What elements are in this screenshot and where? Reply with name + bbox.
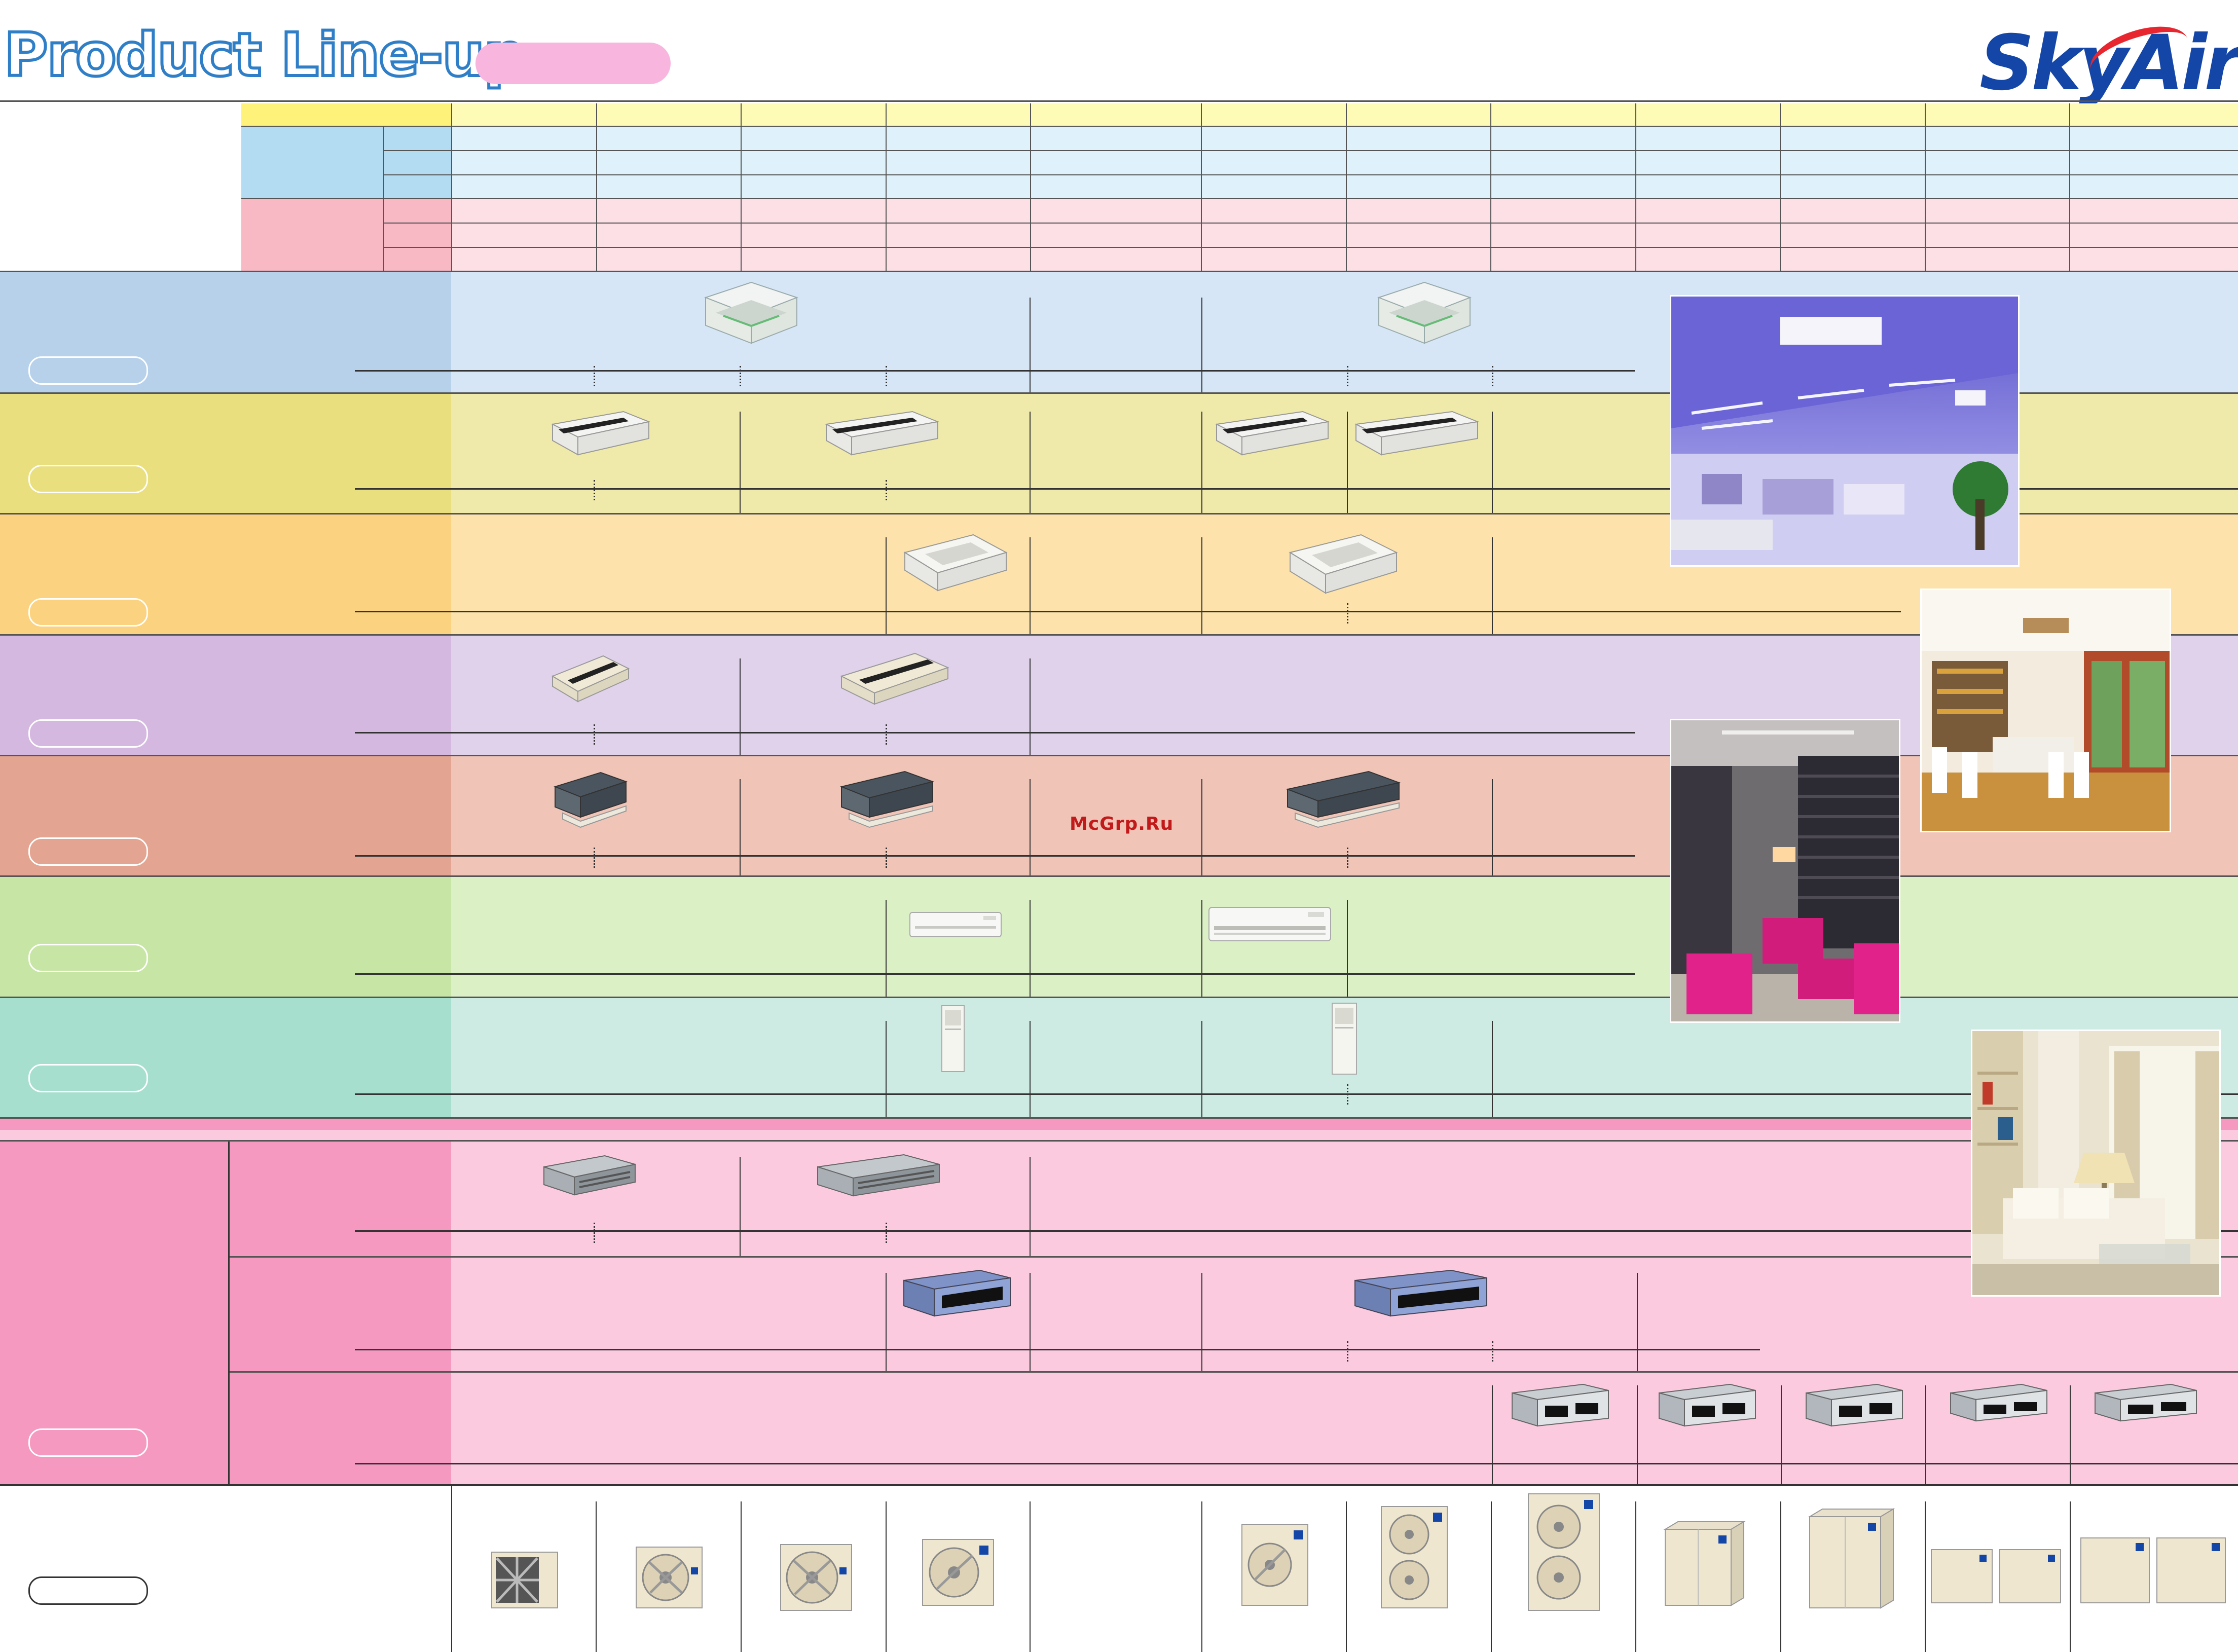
compact-cassette-icon xyxy=(897,530,1014,598)
top-rule xyxy=(0,100,2238,102)
ceiling-suspended-unit-icon xyxy=(821,409,943,462)
ceiling-suspended-unit-icon xyxy=(1351,409,1483,462)
heating-values-block xyxy=(451,198,2238,271)
row-label-pill xyxy=(28,837,148,866)
ceiling-suspended-unit-icon xyxy=(547,409,654,462)
high-static-duct-icon xyxy=(1946,1380,2052,1433)
floor-standing-unit-icon xyxy=(1328,1001,1361,1079)
ceiling-suspended-unit-icon xyxy=(1212,409,1333,462)
corner-cassette-icon xyxy=(547,651,634,709)
ducted-section-header xyxy=(0,1119,2238,1130)
cooling-unit-block xyxy=(383,126,451,198)
row-label-pill xyxy=(28,1064,148,1092)
title-tag xyxy=(475,43,671,84)
row-label-pill xyxy=(28,719,148,748)
row-label-pill xyxy=(28,598,148,627)
row-floor-standing xyxy=(0,998,2238,1117)
office-photo xyxy=(1670,295,2020,567)
cooling-values-block xyxy=(451,126,2238,198)
outdoor-unit-cabinet-icon xyxy=(1655,1514,1751,1612)
page-title: Product Line-up xyxy=(3,18,528,91)
outdoor-unit-twin-fan-icon xyxy=(1523,1489,1604,1618)
row-label-pill xyxy=(28,944,148,972)
slim-duct-unit-icon xyxy=(813,1152,944,1209)
outdoor-unit-fan-icon xyxy=(631,1542,707,1615)
middle-static-duct-icon xyxy=(899,1268,1015,1326)
middle-static-duct-icon xyxy=(1350,1268,1492,1326)
builtin-ceiling-unit-icon xyxy=(836,766,938,834)
row-label-pill xyxy=(28,465,148,493)
floor-standing-unit-icon xyxy=(938,1003,968,1076)
heating-label-block xyxy=(241,198,383,271)
wall-mounted-unit-icon xyxy=(1206,905,1333,947)
outdoor-unit-fan-icon xyxy=(918,1534,999,1612)
capacity-header-label xyxy=(241,103,451,126)
ducted-label-pill xyxy=(28,1428,148,1457)
builtin-ceiling-unit-icon xyxy=(550,766,631,834)
row-ceiling-cassette-corner xyxy=(0,636,2238,755)
round-flow-cassette-icon xyxy=(695,277,807,350)
row-wall-mounted xyxy=(0,877,2238,997)
capacity-header-row xyxy=(241,103,2238,126)
row-duct-high-static xyxy=(230,1373,2238,1484)
wall-mounted-unit-icon xyxy=(907,910,1004,942)
corner-cassette-icon xyxy=(836,648,953,711)
outdoor-unit-double-cabinet-icon xyxy=(1926,1542,2068,1610)
outdoor-unit-double-cabinet-icon xyxy=(2076,1532,2233,1610)
row-label-pill xyxy=(28,356,148,385)
builtin-ceiling-unit-icon xyxy=(1282,766,1404,834)
outdoor-unit-small-icon xyxy=(487,1547,563,1615)
row-outdoor-units xyxy=(0,1486,2238,1652)
restaurant-photo xyxy=(1920,589,2171,832)
heating-unit-block xyxy=(383,198,451,271)
slim-duct-unit-icon xyxy=(539,1152,640,1209)
high-static-duct-icon xyxy=(2090,1380,2202,1433)
outdoor-unit-fan-icon xyxy=(1237,1519,1313,1612)
lounge-photo xyxy=(1670,719,1900,1023)
round-flow-cassette-large-icon xyxy=(1369,277,1480,350)
high-static-duct-icon xyxy=(1654,1380,1760,1433)
outdoor-unit-cabinet-icon xyxy=(1800,1501,1901,1615)
row-duct-middle-static xyxy=(230,1258,2238,1371)
watermark: McGrp.Ru xyxy=(1070,814,1174,834)
cooling-label-block xyxy=(241,126,383,198)
high-static-duct-icon xyxy=(1507,1380,1613,1433)
high-static-duct-icon xyxy=(1801,1380,1907,1433)
row-duct-slim xyxy=(230,1142,2238,1256)
living-room-photo xyxy=(1971,1030,2221,1297)
outdoor-unit-fan-icon xyxy=(776,1539,857,1618)
outdoor-unit-twin-fan-icon xyxy=(1376,1501,1452,1615)
compact-cassette-icon xyxy=(1282,530,1404,603)
spec-header-table xyxy=(241,103,2238,271)
outdoor-label-pill xyxy=(28,1576,148,1605)
